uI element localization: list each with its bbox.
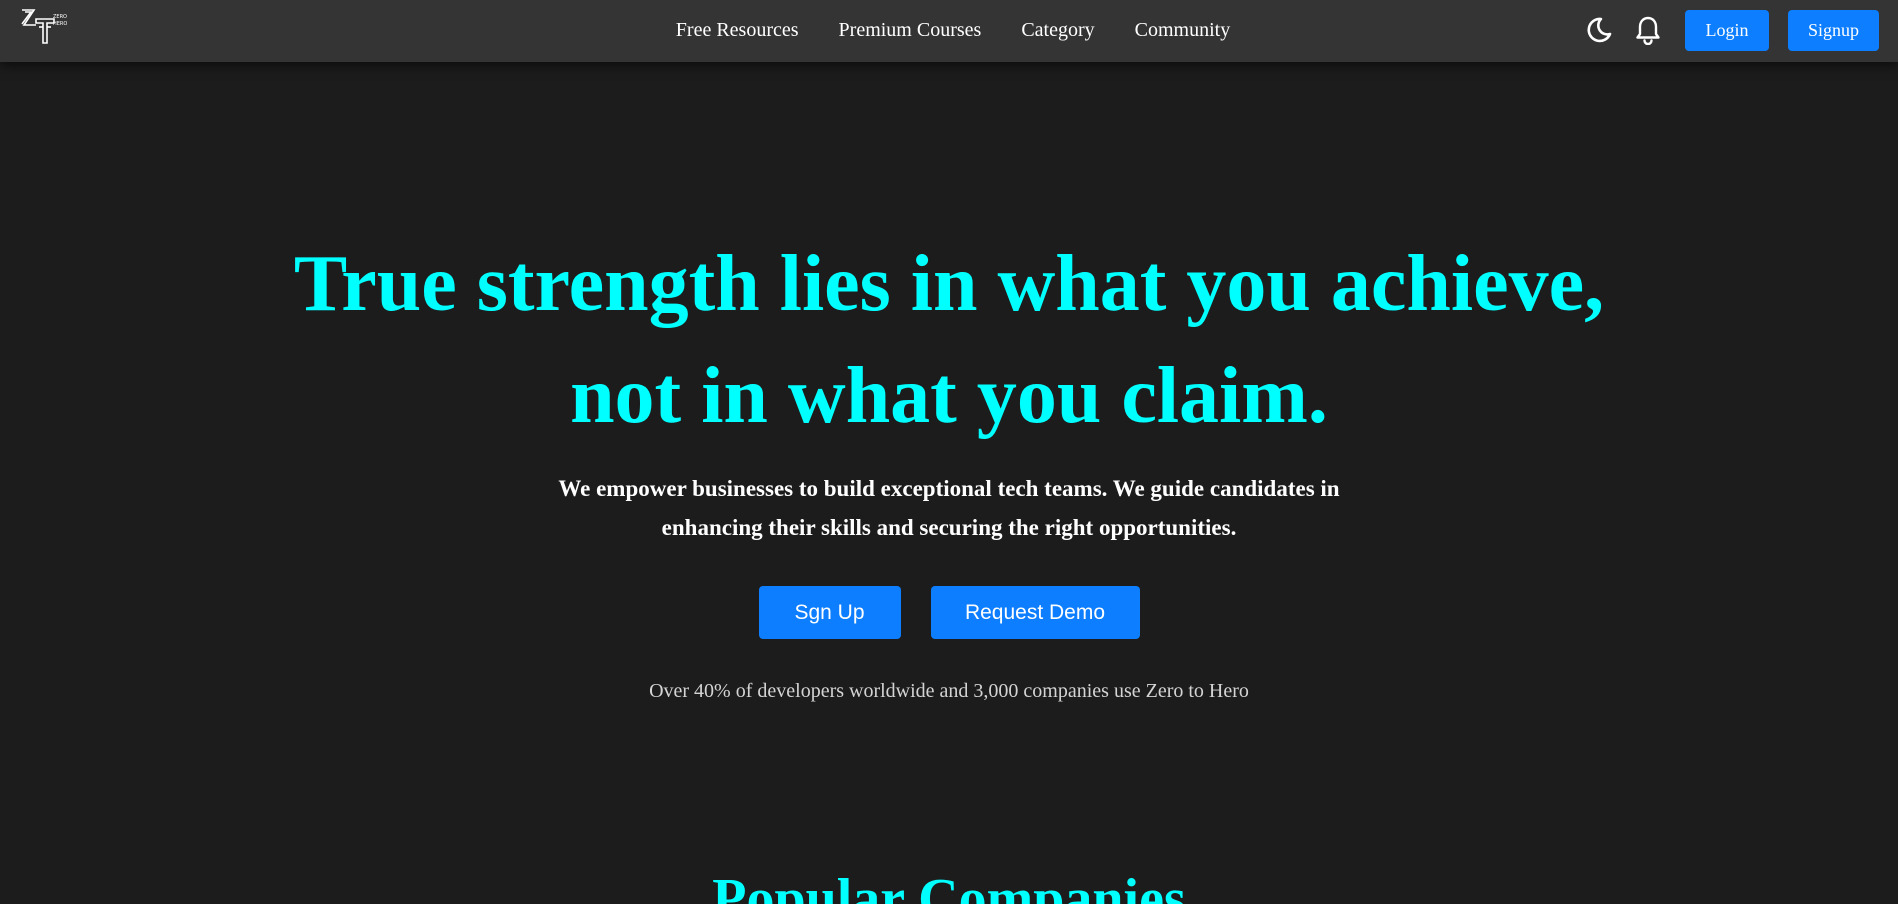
hero-signup-button[interactable]: Sgn Up bbox=[758, 586, 901, 639]
nav-link-premium-courses[interactable]: Premium Courses bbox=[839, 19, 982, 42]
top-navbar: ZERO HERO Free Resources Premium Courses… bbox=[0, 0, 1898, 62]
hero-subtitle-line-1: We empower businesses to build exception… bbox=[558, 476, 1340, 501]
hero-subtitle-line-2: enhancing their skills and securing the … bbox=[661, 515, 1237, 540]
nav-actions: Login Signup bbox=[1582, 9, 1879, 51]
nav-link-category[interactable]: Category bbox=[1021, 19, 1094, 42]
nav-link-community[interactable]: Community bbox=[1135, 19, 1231, 42]
hero-headline-line-2: not in what you claim. bbox=[570, 352, 1328, 440]
nav-link-free-resources[interactable]: Free Resources bbox=[676, 19, 799, 42]
hero-headline: True strength lies in what you achieve, … bbox=[0, 228, 1898, 452]
hero-stat-text: Over 40% of developers worldwide and 3,0… bbox=[649, 680, 1249, 702]
hero-subtitle: We empower businesses to build exception… bbox=[0, 469, 1898, 547]
bell-icon[interactable] bbox=[1632, 14, 1664, 46]
login-button[interactable]: Login bbox=[1685, 9, 1769, 51]
popular-companies-title: Popular Companies bbox=[712, 868, 1186, 904]
moon-icon[interactable] bbox=[1582, 14, 1614, 46]
hero-cta-row: Sgn Up Request Demo bbox=[0, 586, 1898, 639]
hero-section: True strength lies in what you achieve, … bbox=[0, 62, 1898, 904]
hero-headline-line-1: True strength lies in what you achieve, bbox=[293, 240, 1605, 328]
signup-button[interactable]: Signup bbox=[1788, 9, 1879, 51]
request-demo-button[interactable]: Request Demo bbox=[930, 586, 1140, 639]
